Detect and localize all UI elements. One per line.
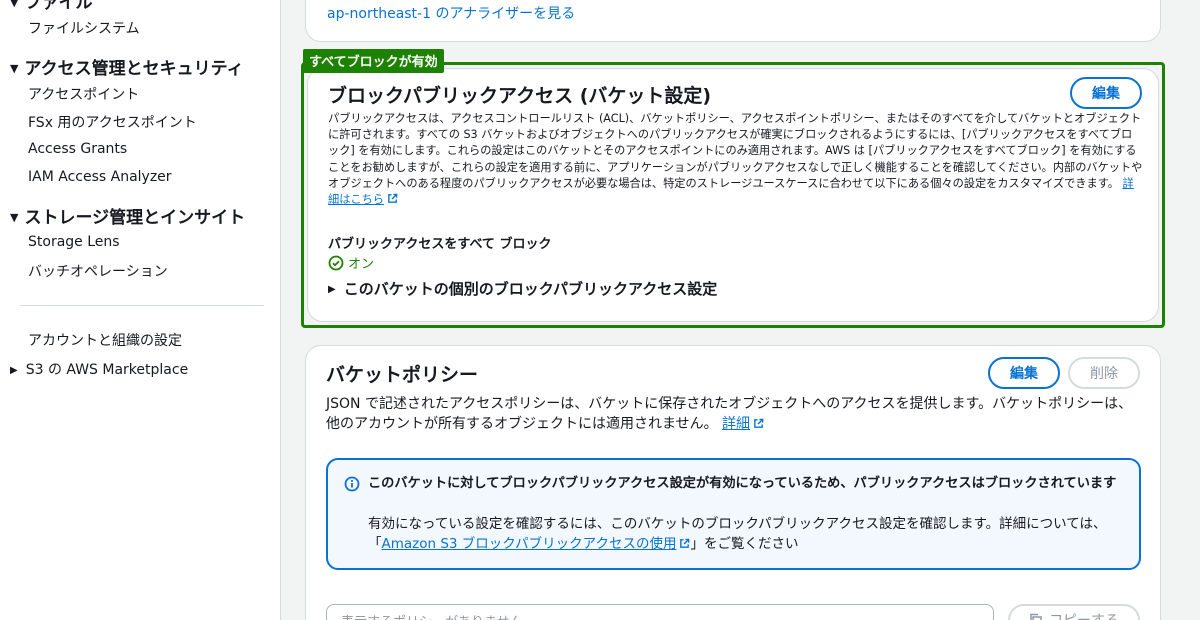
info-text-after: 」をご覧ください — [690, 536, 799, 552]
external-link-icon — [754, 418, 764, 428]
bucket-policy-panel: バケットポリシー 編集 削除 JSON で記述されたアクセスポリシーは、バケット… — [305, 345, 1161, 620]
external-link-icon — [680, 538, 690, 548]
caret-right-icon: ▶ — [10, 365, 18, 376]
check-circle-icon — [328, 255, 344, 270]
external-link-icon — [388, 193, 398, 203]
sidebar-item-label: S3 の AWS Marketplace — [25, 362, 189, 378]
sidebar-item-access-points[interactable]: アクセスポイント — [28, 84, 139, 104]
sidebar-item-marketplace[interactable]: ▶ S3 の AWS Marketplace — [10, 359, 188, 379]
copy-button[interactable]: コピーする — [1008, 604, 1140, 620]
info-text: 有効になっている設定を確認するには、このバケットのブロックパブリックアクセス設定… — [368, 514, 1128, 554]
sidebar-heading-label: ファイル — [24, 0, 93, 13]
main-content: ap-northeast-1 のアナライザーを見る ブロックパブリックアクセス … — [282, 0, 1200, 620]
info-icon — [344, 476, 360, 492]
bpa-doc-link-label: Amazon S3 ブロックパブリックアクセスの使用 — [381, 536, 677, 552]
sidebar-item-access-grants[interactable]: Access Grants — [28, 141, 127, 157]
info-alert: このバケットに対してブロックパブリックアクセス設定が有効になっているため、パブリ… — [326, 458, 1141, 570]
expander-label: このバケットの個別のブロックパブリックアクセス設定 — [343, 280, 718, 298]
sidebar-divider — [20, 305, 264, 306]
policy-display[interactable]: 表示するポリシーがありません — [326, 604, 994, 620]
sidebar-item-storage-lens[interactable]: Storage Lens — [28, 234, 120, 250]
setting-label: パブリックアクセスをすべて ブロック — [328, 237, 552, 252]
sidebar-item-fsx-access-points[interactable]: FSx 用のアクセスポイント — [28, 112, 197, 132]
all-blocked-badge: すべてブロックが有効 — [303, 49, 444, 73]
caret-right-icon: ▶ — [328, 284, 336, 295]
sidebar-heading-label: アクセス管理とセキュリティ — [24, 59, 244, 79]
details-link[interactable]: 詳細 — [722, 416, 764, 432]
caret-down-icon: ▼ — [10, 62, 19, 75]
caret-down-icon: ▼ — [10, 211, 19, 224]
section-title: ブロックパブリックアクセス (バケット設定) — [328, 85, 712, 107]
setting-status: オン — [328, 253, 374, 272]
info-title: このバケットに対してブロックパブリックアクセス設定が有効になっているため、パブリ… — [368, 476, 1117, 491]
section-description: パブリックアクセスは、アクセスコントロールリスト (ACL)、バケットポリシー、… — [328, 111, 1143, 208]
sidebar-item-batch-operations[interactable]: バッチオペレーション — [28, 261, 168, 281]
sidebar-item-file-systems[interactable]: ファイルシステム — [28, 18, 140, 38]
sidebar-item-iam-access-analyzer[interactable]: IAM Access Analyzer — [28, 169, 172, 185]
sidebar-heading-access-security[interactable]: ▼ アクセス管理とセキュリティ — [10, 54, 244, 79]
edit-button[interactable]: 編集 — [988, 357, 1060, 389]
sidebar-heading-label: ストレージ管理とインサイト — [24, 208, 246, 228]
section-description: JSON で記述されたアクセスポリシーは、バケットに保存されたオブジェクトへのア… — [326, 394, 1141, 434]
sidebar-item-account-settings[interactable]: アカウントと組織の設定 — [28, 330, 182, 350]
copy-icon — [1030, 613, 1042, 620]
edit-button[interactable]: 編集 — [1070, 77, 1142, 109]
block-public-access-panel: ブロックパブリックアクセス (バケット設定) 編集 パブリックアクセスは、アクセ… — [307, 68, 1159, 322]
sidebar-heading-storage-insights[interactable]: ▼ ストレージ管理とインサイト — [10, 203, 245, 228]
description-text: パブリックアクセスは、アクセスコントロールリスト (ACL)、バケットポリシー、… — [328, 112, 1143, 190]
sidebar-heading-file[interactable]: ▼ ファイル — [10, 0, 92, 13]
copy-label: コピーする — [1049, 610, 1119, 620]
individual-settings-expander[interactable]: ▶ このバケットの個別のブロックパブリックアクセス設定 — [328, 278, 717, 299]
sidebar: ▼ ファイル ファイルシステム ▼ アクセス管理とセキュリティ アクセスポイント F… — [0, 0, 281, 620]
status-label: オン — [348, 257, 375, 272]
delete-button[interactable]: 削除 — [1068, 357, 1140, 389]
section-title: バケットポリシー — [326, 364, 479, 386]
caret-down-icon: ▼ — [10, 0, 19, 9]
analyzer-link[interactable]: ap-northeast-1 のアナライザーを見る — [327, 3, 575, 23]
analyzer-panel: ap-northeast-1 のアナライザーを見る — [305, 0, 1161, 42]
policy-placeholder: 表示するポリシーがありません — [341, 611, 523, 620]
bpa-doc-link[interactable]: Amazon S3 ブロックパブリックアクセスの使用 — [382, 536, 691, 552]
details-label: 詳細 — [722, 416, 751, 432]
